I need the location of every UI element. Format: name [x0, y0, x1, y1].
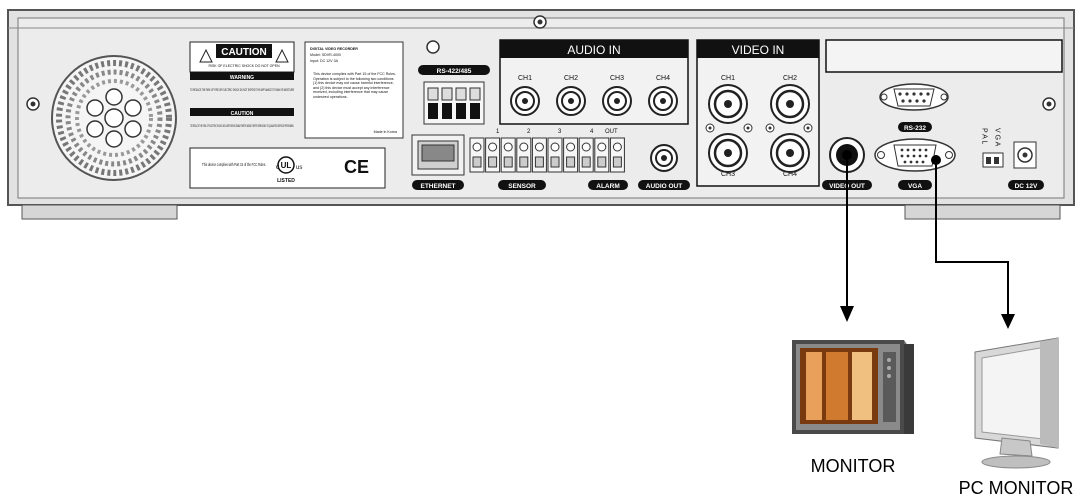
crt-monitor-icon — [792, 340, 914, 434]
warning-text: TO REDUCE THE RISK OF FIRE OR ELECTRIC S… — [190, 88, 294, 92]
info-heading: DIGITAL VIDEO RECORDER — [310, 47, 358, 51]
terminal-screw-icon — [609, 137, 625, 173]
video-in-title: VIDEO IN — [732, 43, 785, 57]
fcc-text: This device complies with Part 15 of the… — [202, 162, 266, 167]
audio-out-label: AUDIO OUT — [646, 183, 683, 190]
info-sticker: DIGITAL VIDEO RECORDER Model: SDVR-4000 … — [304, 41, 404, 139]
bnc-jack-icon — [708, 133, 748, 173]
terminal-screw-icon — [485, 137, 501, 173]
terminal-screw-icon — [531, 137, 547, 173]
bnc-jack-icon — [708, 84, 748, 124]
audio-in-title: AUDIO IN — [567, 43, 620, 57]
audio-in-channel-label: CH3 — [610, 75, 624, 82]
info-input: Input: DC 12V 3A — [310, 59, 339, 63]
terminal-screw-icon — [500, 137, 516, 173]
info-model: Model: SDVR-4000 — [310, 53, 341, 57]
dvr-connection-diagram: CAUTION RISK OF ELECTRIC SHOCK DO NOT OP… — [7, 9, 1075, 498]
monitor-label: MONITOR — [811, 456, 896, 476]
audio-in-jack-icon — [648, 86, 678, 116]
lcd-monitor-icon — [974, 337, 1059, 469]
out-label: OUT — [605, 129, 618, 135]
audio-in-group: AUDIO IN CH1 CH2 CH3 CH4 — [499, 39, 689, 125]
terminal-screw-icon — [469, 137, 485, 173]
caution2-text: TO REDUCE THE RISK OF ELECTRIC SHOCK NO … — [190, 124, 294, 128]
bnc-lock-icon — [705, 123, 715, 133]
vga-label: VGA — [908, 183, 922, 190]
vga-letters: V G A — [994, 128, 1001, 147]
audio-in-jack-icon — [556, 86, 586, 116]
bnc-jack-icon — [770, 133, 810, 173]
svg-text:c: c — [276, 164, 280, 171]
fan-vent-icon — [51, 55, 177, 181]
listed-text: LISTED — [277, 178, 295, 184]
bnc-lock-icon — [743, 123, 753, 133]
terminal-screw-icon — [578, 137, 594, 173]
arrow-head-icon — [840, 306, 854, 322]
blank-plate — [825, 39, 1063, 73]
audio-in-channel-label: CH2 — [564, 75, 578, 82]
warning-title: WARNING — [230, 75, 254, 81]
info-body: This device complies with Part 15 of the… — [313, 72, 396, 99]
pal-letters: P A L — [981, 128, 988, 144]
caution-title: CAUTION — [221, 47, 267, 58]
pc-monitor-label: PC MONITOR — [959, 478, 1074, 498]
rs422-label: RS-422/485 — [437, 68, 472, 75]
bnc-lock-icon — [765, 123, 775, 133]
terminal-screw-icon — [594, 137, 610, 173]
caution2-title: CAUTION — [231, 111, 254, 117]
screw-icon — [26, 97, 40, 111]
arrow-head-icon — [1001, 314, 1015, 329]
certification-label: This device complies with Part 15 of the… — [189, 147, 386, 189]
alarm-label: ALARM — [596, 183, 619, 190]
bnc-jack-icon — [770, 84, 810, 124]
terminal-screw-icon — [516, 137, 532, 173]
bnc-lock-icon — [803, 123, 813, 133]
screw-icon — [533, 15, 547, 29]
video-in-group: VIDEO IN CH1 CH2CH3 CH4 — [696, 39, 820, 187]
terminal-screw-icon — [563, 137, 579, 173]
dc-label: DC 12V — [1015, 183, 1038, 190]
caution-subtitle: RISK OF ELECTRIC SHOCK DO NOT OPEN — [208, 64, 280, 68]
video-in-channel-label: CH1 — [721, 75, 735, 82]
svg-text:UL: UL — [281, 161, 292, 170]
sensor-label: SENSOR — [508, 183, 536, 190]
terminal-screw-icon — [547, 137, 563, 173]
ce-mark-icon: CE — [344, 157, 369, 177]
video-in-channel-label: CH2 — [783, 75, 797, 82]
screw-icon — [1042, 97, 1056, 111]
svg-text:us: us — [296, 165, 302, 171]
audio-in-jack-icon — [602, 86, 632, 116]
ethernet-label: ETHERNET — [420, 183, 455, 190]
audio-in-jack-icon — [510, 86, 540, 116]
ethernet-port: ETHERNET — [411, 134, 465, 190]
rs232-label: RS-232 — [904, 125, 926, 132]
audio-in-channel-label: CH1 — [518, 75, 532, 82]
info-made: Made in Korea — [374, 130, 397, 134]
audio-in-channel-label: CH4 — [656, 75, 670, 82]
